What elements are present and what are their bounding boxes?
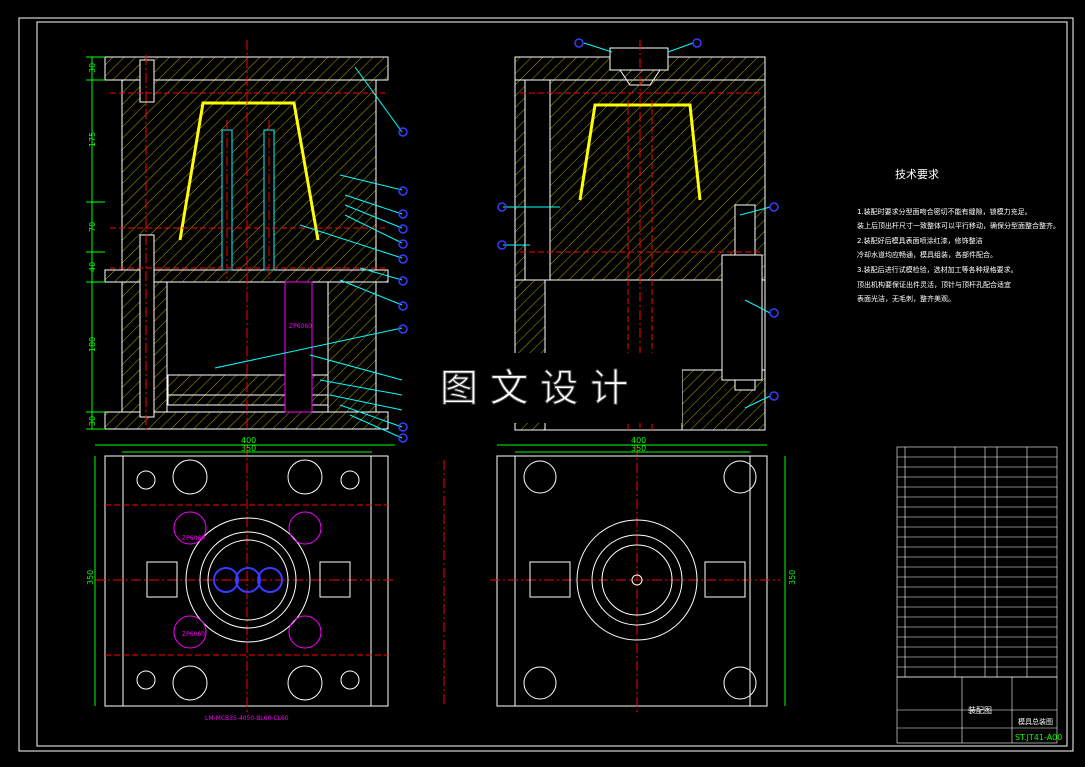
drawing-name: 装配图 — [968, 705, 992, 715]
mold-base-spec: LM-MCB35-4050-BL60-CL60 — [205, 715, 289, 722]
cylinder-label-top: ZP6060 — [289, 323, 312, 330]
dim-30-bottom: 30 — [88, 416, 97, 426]
tech-line-2: 装上后顶出杆尺寸一致整体可以平行移动，确保分型面整合整齐。 — [857, 221, 1060, 230]
tech-line-3: 2.装配好后模具表面喷涂红漆，修饰整洁 — [857, 236, 983, 245]
drawing-number: ST.JT41-A00 — [1015, 733, 1062, 742]
moving-half-plan-view — [94, 444, 395, 715]
dim-inner-right: 350 — [631, 444, 646, 453]
dim-175: 175 — [88, 132, 97, 147]
cad-drawing-canvas: 30 175 70 40 180 30 ZP6060 400 350 350 Z… — [18, 17, 1074, 752]
tech-line-1: 1.装配时要求分型面吻合密切不能有缝隙，锁模力充足。 — [857, 207, 1032, 216]
dim-180: 180 — [88, 337, 97, 352]
technical-requirements: 技术要求 1.装配时要求分型面吻合密切不能有缝隙，锁模力充足。 装上后顶出杆尺寸… — [857, 168, 1060, 303]
tech-line-4: 冷却水道均应畅通，模具组装，各部件配合。 — [857, 250, 997, 259]
dim-height-left: 350 — [86, 570, 95, 585]
fixed-half-plan-view — [490, 444, 786, 715]
dim-40: 40 — [88, 262, 97, 272]
tech-line-7: 表面光洁，无毛刺，整齐美观。 — [857, 294, 955, 303]
cylinder-label-left: ZP6060 — [182, 535, 205, 542]
drawing-note: 模具总装图 — [1018, 717, 1053, 726]
dim-height-right: 350 — [788, 570, 797, 585]
tech-line-5: 3.装配后进行试模检验，选材加工等各种规格要求。 — [857, 265, 1018, 274]
tech-line-6: 顶出机构要保证出件灵活，顶针与顶杆孔配合适宜 — [857, 280, 1011, 289]
front-section-view — [86, 40, 408, 443]
dim-inner-left: 350 — [241, 444, 256, 453]
dim-30-top: 30 — [88, 63, 97, 73]
cylinder-label-left-lower: ZP6060 — [182, 631, 205, 638]
bill-of-materials — [896, 446, 1058, 744]
tech-title: 技术要求 — [895, 168, 939, 181]
watermark-text: 图 文 设 计 — [440, 366, 628, 410]
dim-70: 70 — [88, 222, 97, 232]
